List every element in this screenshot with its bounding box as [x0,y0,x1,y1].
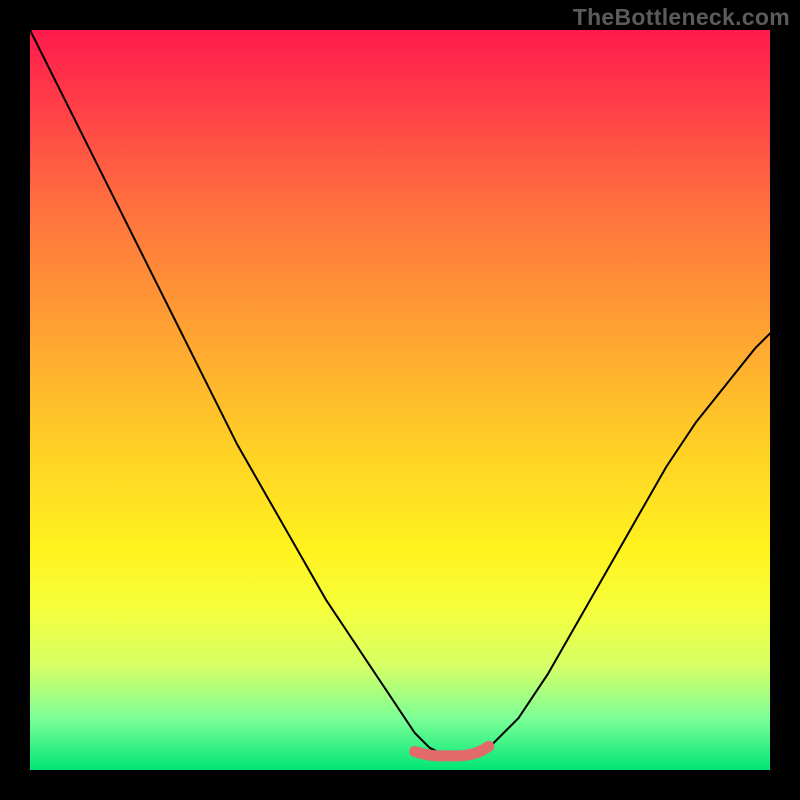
bottleneck-curve-line [30,30,770,755]
optimal-marker-line [415,746,489,756]
watermark-text: TheBottleneck.com [573,4,790,31]
plot-area [30,30,770,770]
chart-svg [30,30,770,770]
chart-frame: TheBottleneck.com [0,0,800,800]
